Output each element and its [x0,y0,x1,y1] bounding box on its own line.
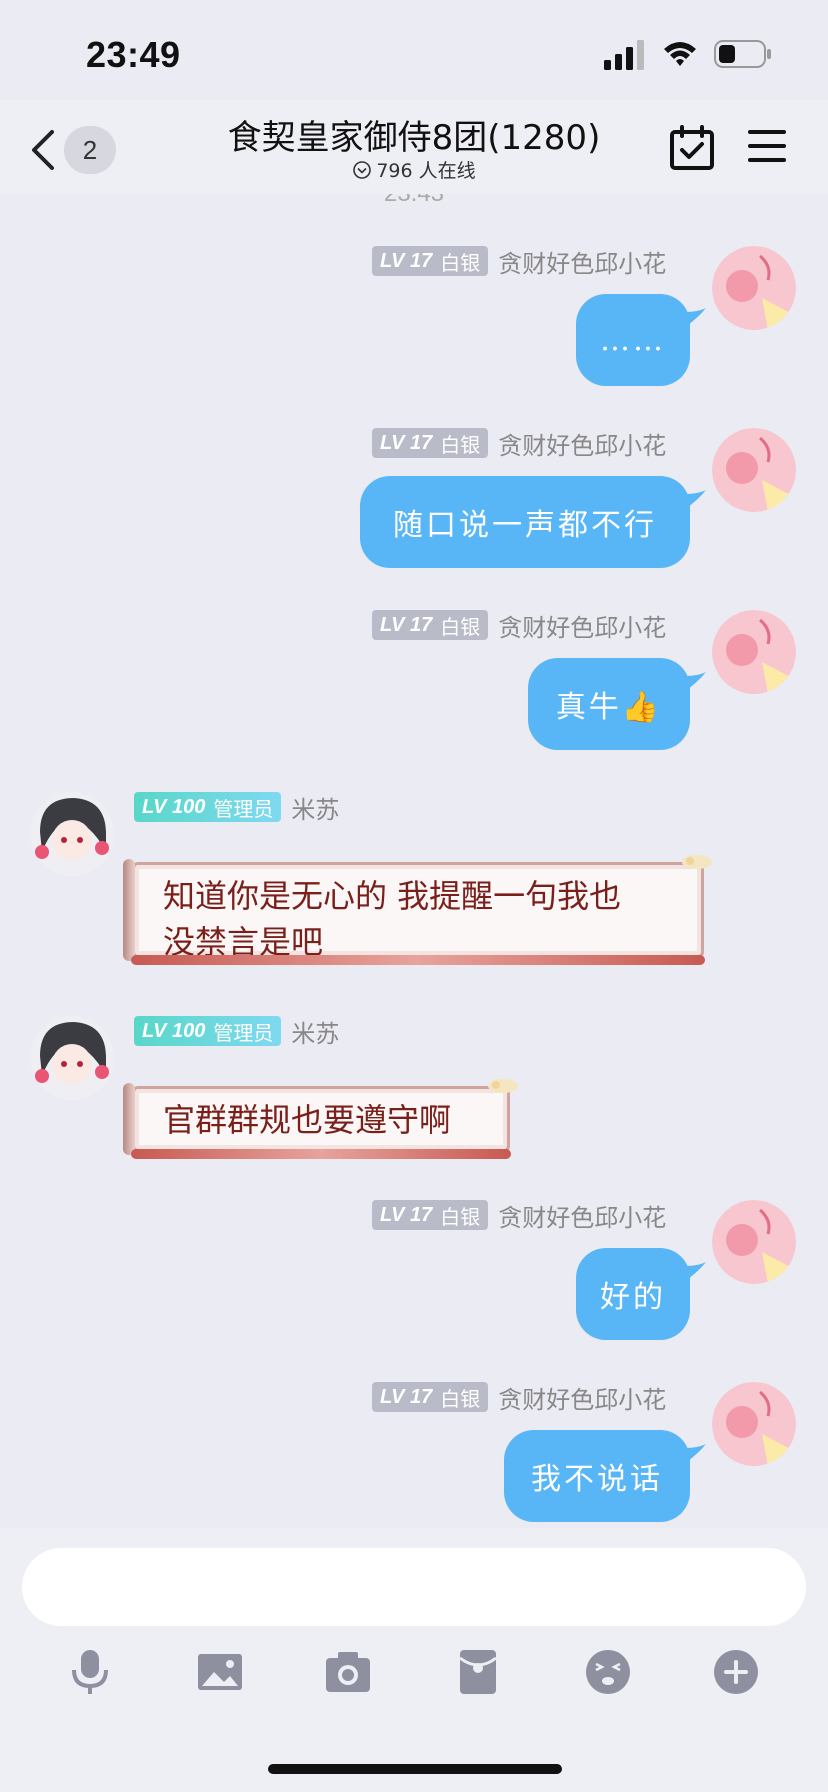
message-bubble[interactable]: 官群群规也要遵守啊 [123,1083,511,1159]
scroll-ornament-icon [488,1079,518,1093]
calendar-checkin-icon[interactable] [668,124,716,172]
unread-count-badge: 2 [64,126,116,174]
message-bubble[interactable]: …… [576,294,690,386]
message-text: 我不说话 [531,1462,663,1497]
sender-name[interactable]: 米苏 [291,1014,339,1049]
level-badge: LV 17 白银 [372,428,489,458]
status-bar: 23:49 [0,0,828,100]
menu-icon[interactable] [746,126,788,166]
battery-icon [714,40,771,68]
avatar[interactable] [30,792,114,876]
home-indicator[interactable] [268,1764,562,1774]
sender-name[interactable]: 贪财好色邱小花 [498,1380,666,1415]
cellular-signal-icon [604,40,644,70]
level-badge: LV 17 白银 [372,246,489,276]
bubble-tail [684,672,706,692]
plus-icon[interactable] [712,1648,760,1696]
scroll-ornament-icon [682,855,712,869]
bubble-tail [684,490,706,510]
level-badge: LV 17 白银 [372,1382,489,1412]
chat-header: 2 食契皇家御侍8团(1280) 796 人在线 [0,100,828,194]
message-item: LV 100 管理员 米苏 知道你是无心的 我提醒一句我也 没禁言是吧 [0,792,828,992]
message-item: LV 100 管理员 米苏 官群群规也要遵守啊 [0,1016,828,1166]
message-meta: LV 100 管理员 米苏 [134,790,339,825]
level-badge: LV 17 白银 [372,1200,489,1230]
sender-name[interactable]: 贪财好色邱小花 [498,608,666,643]
online-count-text: 796 人在线 [376,160,476,182]
message-timestamp: 23:43 [0,194,828,208]
message-text: 真牛👍 [555,690,663,725]
message-text-line: 知道你是无心的 我提醒一句我也 [163,877,622,915]
status-time: 23:49 [86,34,181,75]
group-title[interactable]: 食契皇家御侍8团(1280) [160,110,668,159]
message-item: LV 17 白银 贪财好色邱小花 好的 [0,1200,828,1350]
chevron-left-icon [32,130,54,170]
message-text: 好的 [600,1280,666,1315]
message-meta: LV 17 白银 贪财好色邱小花 [372,1198,666,1233]
message-item: LV 17 白银 贪财好色邱小花 真牛👍 [0,610,828,760]
bubble-tail [684,1262,706,1282]
message-list[interactable]: 23:43 LV 17白银 贪财好色邱小花 …… LV 17白银 贪财好色邱小花 [0,194,828,1528]
online-count[interactable]: 796 人在线 [160,156,668,183]
avatar[interactable] [712,246,796,330]
message-meta: LV 100 管理员 米苏 [134,1014,339,1049]
message-item: LV 17 白银 贪财好色邱小花 …… [0,246,828,396]
sender-name[interactable]: 贪财好色邱小花 [498,1198,666,1233]
message-text: 官群群规也要遵守啊 [163,1101,452,1139]
message-bubble[interactable]: 知道你是无心的 我提醒一句我也 没禁言是吧 [123,859,705,965]
message-text: …… [600,322,666,358]
avatar[interactable] [712,428,796,512]
avatar[interactable] [30,1016,114,1100]
wifi-icon [664,42,696,66]
level-badge: LV 100 管理员 [134,792,282,822]
message-meta: LV 17 白银 贪财好色邱小花 [372,426,666,461]
image-icon[interactable] [196,1648,244,1696]
message-bubble[interactable]: 好的 [576,1248,690,1340]
message-meta: LV 17 白银 贪财好色邱小花 [372,1380,666,1415]
level-badge: LV 17 白银 [372,610,489,640]
message-text: 随口说一声都不行 [393,508,657,543]
online-status-icon [353,161,372,179]
bubble-tail [684,1444,706,1464]
message-meta: LV 17 白银 贪财好色邱小花 [372,244,666,279]
sender-name[interactable]: 贪财好色邱小花 [498,426,666,461]
message-item: LV 17 白银 贪财好色邱小花 我不说话 [0,1382,828,1528]
bubble-tail [684,308,706,328]
sender-name[interactable]: 贪财好色邱小花 [498,244,666,279]
microphone-icon[interactable] [66,1648,114,1696]
message-bubble[interactable]: 随口说一声都不行 [360,476,690,568]
back-button[interactable]: 2 [28,124,118,176]
message-meta: LV 17 白银 贪财好色邱小花 [372,608,666,643]
message-bubble[interactable]: 真牛👍 [528,658,690,750]
camera-icon[interactable] [324,1648,372,1696]
message-input[interactable] [22,1548,806,1626]
avatar[interactable] [712,1382,796,1466]
emoji-icon[interactable] [584,1648,632,1696]
red-packet-icon[interactable] [454,1648,502,1696]
message-item: LV 17 白银 贪财好色邱小花 随口说一声都不行 [0,428,828,578]
avatar[interactable] [712,1200,796,1284]
message-bubble[interactable]: 我不说话 [504,1430,690,1522]
input-area [0,1528,828,1792]
sender-name[interactable]: 米苏 [291,790,339,825]
avatar[interactable] [712,610,796,694]
message-text-line: 没禁言是吧 [163,923,324,961]
level-badge: LV 100 管理员 [134,1016,282,1046]
